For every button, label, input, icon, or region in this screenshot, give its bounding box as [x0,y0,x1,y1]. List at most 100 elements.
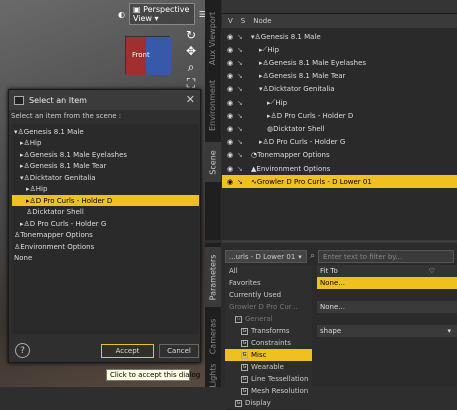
tree-item[interactable]: ♙ Tonemapper Options [12,230,199,241]
pan-icon[interactable]: ✥ [184,44,198,58]
zoom-icon[interactable]: ⌕ [184,60,198,75]
node-arrow[interactable]: ▸ [247,46,263,54]
tab-scene[interactable]: Scene [205,142,221,182]
scene-node-label: Genesis 8.1 Male Tear [268,72,346,81]
scene-node-row[interactable]: ◉ ↘ ▸ ♙ D Pro Curls - Holder G [222,136,457,149]
select-icon[interactable]: ↘ [237,165,247,173]
help-button[interactable]: ? [15,343,30,358]
item-tree[interactable]: ▾ ♙ Genesis 8.1 Male ▸ ♙ Hip ▸ ♙ Genesis 8… [12,124,199,334]
fit-to-dropdown[interactable]: None... [317,277,457,289]
tab-parameters[interactable]: Parameters [205,247,221,307]
tree-item-label: D Pro Curls - Holder D [35,196,113,205]
parameter-group-label: General [245,315,273,323]
tree-item[interactable]: ▾ ♙ Genesis 8.1 Male [12,126,199,137]
scene-node-row[interactable]: ◉ ↘ ▸ ♙ D Pro Curls - Holder D [222,109,457,122]
view-cube[interactable]: Front [125,36,171,75]
accept-button[interactable]: Accept [101,344,154,358]
camera-orb-icon[interactable]: ◐ [118,10,125,19]
scene-node-row[interactable]: ◉ ↘ ◔ Tonemapper Options [222,149,457,162]
tree-item[interactable]: ▸ ♙ Hip [12,138,199,149]
eye-icon[interactable]: ◉ [227,138,237,146]
eye-icon[interactable]: ◉ [227,165,237,173]
eye-icon[interactable]: ◉ [227,33,237,41]
tree-item[interactable]: ▸ ♙ Genesis 8.1 Male Tear [12,161,199,172]
eye-icon[interactable]: ◉ [227,72,237,80]
close-icon[interactable]: ✕ [186,93,195,106]
scene-node-label: D Pro Curls - Holder D [276,111,354,120]
eye-icon[interactable]: ◉ [227,112,237,120]
parameter-group-label: All [229,267,238,275]
node-arrow[interactable]: ▸ [247,138,263,146]
select-icon[interactable]: ↘ [237,46,247,54]
select-icon[interactable]: ↘ [237,72,247,80]
select-icon[interactable]: ↘ [237,138,247,146]
select-icon[interactable]: ↘ [237,112,247,120]
node-selector[interactable]: ...urls - D Lower 01 ▾ [225,250,307,263]
shape-dropdown[interactable]: shape ▾ [317,325,457,337]
eye-icon[interactable]: ◉ [227,99,237,107]
filter-input[interactable]: Enter text to filter by... [318,250,454,263]
tree-item[interactable]: ▾ ♙ Dicktator Genitalia [12,172,199,183]
camera-dropdown[interactable]: ▣ Perspective View ▾ [128,3,195,25]
select-icon[interactable]: ↘ [237,125,247,133]
column-visible[interactable]: V [228,17,233,25]
tree-item[interactable]: ▸ ♙ Hip [12,184,199,195]
eye-icon[interactable]: ◉ [227,178,237,186]
eye-icon[interactable]: ◉ [227,151,237,159]
node-arrow[interactable]: ▸ [247,72,263,80]
scene-node-row[interactable]: ◉ ↘ ∿ Growler D Pro Curls - D Lower 01 [222,175,457,189]
column-selectable[interactable]: S [241,17,245,25]
scene-node-row[interactable]: ◉ ↘ ▸ ⟋ Hip [222,96,457,109]
parameter-dropdown[interactable]: None... [317,301,457,313]
tree-item[interactable]: ▸ ♙ Genesis 8.1 Male Eyelashes [12,149,199,160]
scene-node-label: Dicktator Shell [273,124,325,133]
tree-item-label: Genesis 8.1 Male Eyelashes [29,150,128,159]
select-icon[interactable]: ↘ [237,151,247,159]
accept-tooltip: Click to accept this dialog [106,369,200,381]
favorite-icon[interactable]: ♡ [429,267,435,275]
tab-aux-viewport[interactable]: Aux Viewport [205,8,221,68]
tree-item[interactable]: ▸ ♙ D Pro Curls - Holder D [12,195,199,206]
tab-cameras[interactable]: Cameras [205,313,221,359]
scene-node-row[interactable]: ◉ ↘ ▾ ♙ Dicktator Genitalia [222,83,457,96]
eye-icon[interactable]: ◉ [227,59,237,67]
eye-icon[interactable]: ◉ [227,46,237,54]
parameter-group[interactable]: G Display [225,397,312,410]
tree-item[interactable]: ♙ Dicktator Shell [12,207,199,218]
left-tab-strip: Aux Viewport Environment Scene [205,0,221,240]
camera-label: Perspective View [132,5,190,23]
tree-item[interactable]: ▸ ♙ D Pro Curls - Holder G [12,218,199,229]
scene-node-row[interactable]: ◉ ↘ ▲ Environment Options [222,162,457,175]
scene-node-row[interactable]: ◉ ↘ ▸ ♙ Genesis 8.1 Male Tear [222,70,457,83]
tree-item[interactable]: None [12,253,199,264]
tab-environment[interactable]: Environment [205,70,221,140]
cancel-button[interactable]: Cancel [159,344,199,358]
app-icon [14,95,24,105]
fit-to-row[interactable]: Fit To ♡ [317,265,457,277]
column-node[interactable]: Node [253,17,271,25]
select-icon[interactable]: ↘ [237,59,247,67]
node-arrow[interactable]: ▸ [247,59,263,67]
node-arrow[interactable]: ▸ [247,99,271,107]
scene-node-label: Dicktator Genitalia [268,85,335,94]
orbit-icon[interactable]: ↻ [184,28,198,42]
scene-node-row[interactable]: ◉ ↘ ▾ ♙ Genesis 8.1 Male [222,30,457,43]
select-icon[interactable]: ↘ [237,99,247,107]
eye-icon[interactable]: ◉ [227,125,237,133]
node-arrow[interactable]: ▾ [247,85,263,93]
scene-node-row[interactable]: ◉ ↘ ▸ ⟋ Hip [222,43,457,56]
select-icon[interactable]: ↘ [237,85,247,93]
scene-node-row[interactable]: ◉ ↘ ▸ ♙ Genesis 8.1 Male Eyelashes [222,56,457,69]
select-icon[interactable]: ↘ [237,178,247,186]
group-icon: G [235,315,242,323]
node-arrow[interactable]: ▸ [247,112,271,120]
scene-node-row[interactable]: ◉ ↘ ◍ Dicktator Shell [222,122,457,135]
tab-lights[interactable]: Lights [205,363,221,387]
scene-node-label: Hip [275,98,288,107]
eye-icon[interactable]: ◉ [227,85,237,93]
chevron-down-icon: ▾ [298,252,302,261]
tree-item[interactable]: ♙ Environment Options [12,241,199,252]
right-tab-strip: Parameters Cameras Lights [205,243,221,387]
node-arrow[interactable]: ▾ [247,33,255,41]
select-icon[interactable]: ↘ [237,33,247,41]
